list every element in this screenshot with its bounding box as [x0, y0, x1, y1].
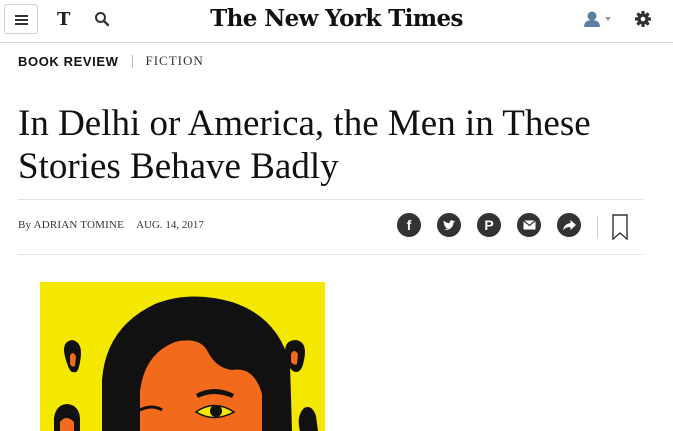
gear-icon[interactable]: [634, 10, 652, 28]
illustration-art: [40, 282, 325, 431]
share-more-icon[interactable]: [557, 213, 581, 237]
email-icon[interactable]: [517, 213, 541, 237]
kicker-divider: [131, 54, 133, 68]
article-headline: In Delhi or America, the Men in These St…: [18, 103, 591, 187]
pinterest-icon[interactable]: P: [477, 213, 501, 237]
twitter-icon[interactable]: [437, 213, 461, 237]
user-icon[interactable]: [583, 10, 615, 30]
share-divider: [597, 216, 598, 238]
byline-divider: [18, 254, 643, 255]
byline-date: AUG. 14, 2017: [136, 219, 204, 231]
article-byline: By ADRIAN TOMINE AUG. 14, 2017: [18, 219, 204, 231]
bookmark-icon[interactable]: [612, 214, 628, 240]
share-tools: f P: [397, 213, 581, 237]
top-navigation-bar: T The New York Times: [0, 0, 673, 43]
section-kicker[interactable]: BOOK REVIEW: [18, 54, 119, 69]
lead-illustration[interactable]: [40, 282, 325, 431]
section-breadcrumb: BOOK REVIEW FICTION: [18, 52, 204, 70]
facebook-icon[interactable]: f: [397, 213, 421, 237]
byline-author[interactable]: By ADRIAN TOMINE: [18, 219, 124, 231]
headline-divider: [18, 199, 643, 200]
section-subkicker[interactable]: FICTION: [146, 53, 204, 69]
masthead-logo[interactable]: The New York Times: [0, 4, 673, 34]
